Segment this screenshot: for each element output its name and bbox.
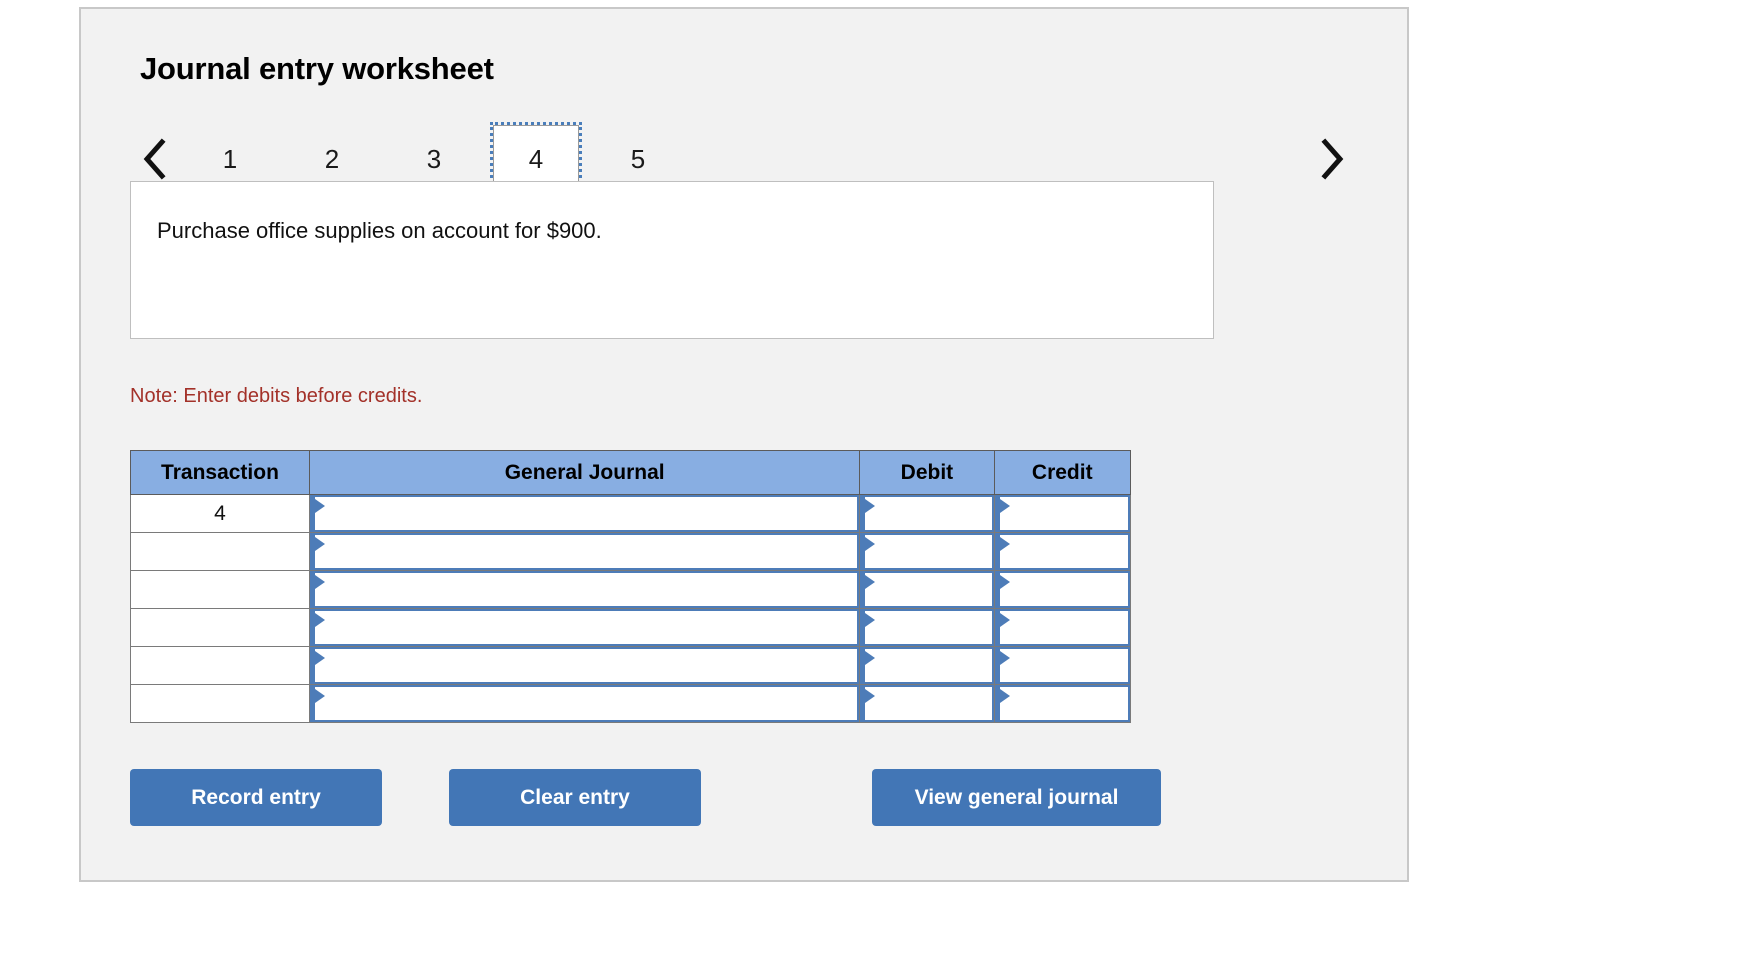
- chevron-right-icon[interactable]: [1309, 133, 1355, 185]
- general-journal-input[interactable]: [309, 495, 860, 532]
- table-row: [130, 684, 1132, 723]
- transaction-number-cell: [130, 684, 310, 723]
- debit-input[interactable]: [860, 647, 994, 684]
- credit-input[interactable]: [994, 533, 1130, 570]
- debit-input[interactable]: [860, 609, 994, 646]
- table-header-row: Transaction General Journal Debit Credit: [130, 450, 1132, 495]
- chevron-left-icon[interactable]: [131, 133, 177, 185]
- credit-input[interactable]: [994, 685, 1130, 722]
- general-journal-input[interactable]: [309, 609, 860, 646]
- debit-input[interactable]: [860, 685, 994, 722]
- record-entry-button[interactable]: Record entry: [130, 769, 382, 826]
- table-row: [130, 608, 1132, 647]
- transaction-description-text: Purchase office supplies on account for …: [157, 218, 602, 243]
- credit-input[interactable]: [994, 571, 1130, 608]
- transaction-number-cell: [130, 532, 310, 571]
- column-header-debit: Debit: [859, 450, 995, 495]
- transaction-number-cell: [130, 646, 310, 685]
- general-journal-input[interactable]: [309, 647, 860, 684]
- transaction-number-cell: [130, 608, 310, 647]
- table-row: [130, 532, 1132, 571]
- journal-entry-table: Transaction General Journal Debit Credit…: [130, 450, 1132, 723]
- transaction-number-cell: 4: [130, 494, 310, 533]
- debits-before-credits-note: Note: Enter debits before credits.: [130, 385, 423, 407]
- table-row: [130, 646, 1132, 685]
- general-journal-input[interactable]: [309, 685, 860, 722]
- journal-entry-worksheet-panel: Journal entry worksheet 1 2 3 4 5 Purcha…: [79, 7, 1409, 882]
- view-general-journal-button[interactable]: View general journal: [872, 769, 1161, 826]
- credit-input[interactable]: [994, 647, 1130, 684]
- debit-input[interactable]: [860, 571, 994, 608]
- transaction-number-cell: [130, 570, 310, 609]
- credit-input[interactable]: [994, 495, 1130, 532]
- general-journal-input[interactable]: [309, 571, 860, 608]
- table-row: 4: [130, 494, 1132, 533]
- transaction-description-box: Purchase office supplies on account for …: [130, 181, 1214, 339]
- debit-input[interactable]: [860, 533, 994, 570]
- page-title: Journal entry worksheet: [140, 51, 494, 86]
- column-header-transaction: Transaction: [130, 450, 310, 495]
- table-row: [130, 570, 1132, 609]
- column-header-general-journal: General Journal: [308, 450, 861, 495]
- clear-entry-button[interactable]: Clear entry: [449, 769, 701, 826]
- credit-input[interactable]: [994, 609, 1130, 646]
- debit-input[interactable]: [860, 495, 994, 532]
- column-header-credit: Credit: [993, 450, 1132, 495]
- general-journal-input[interactable]: [309, 533, 860, 570]
